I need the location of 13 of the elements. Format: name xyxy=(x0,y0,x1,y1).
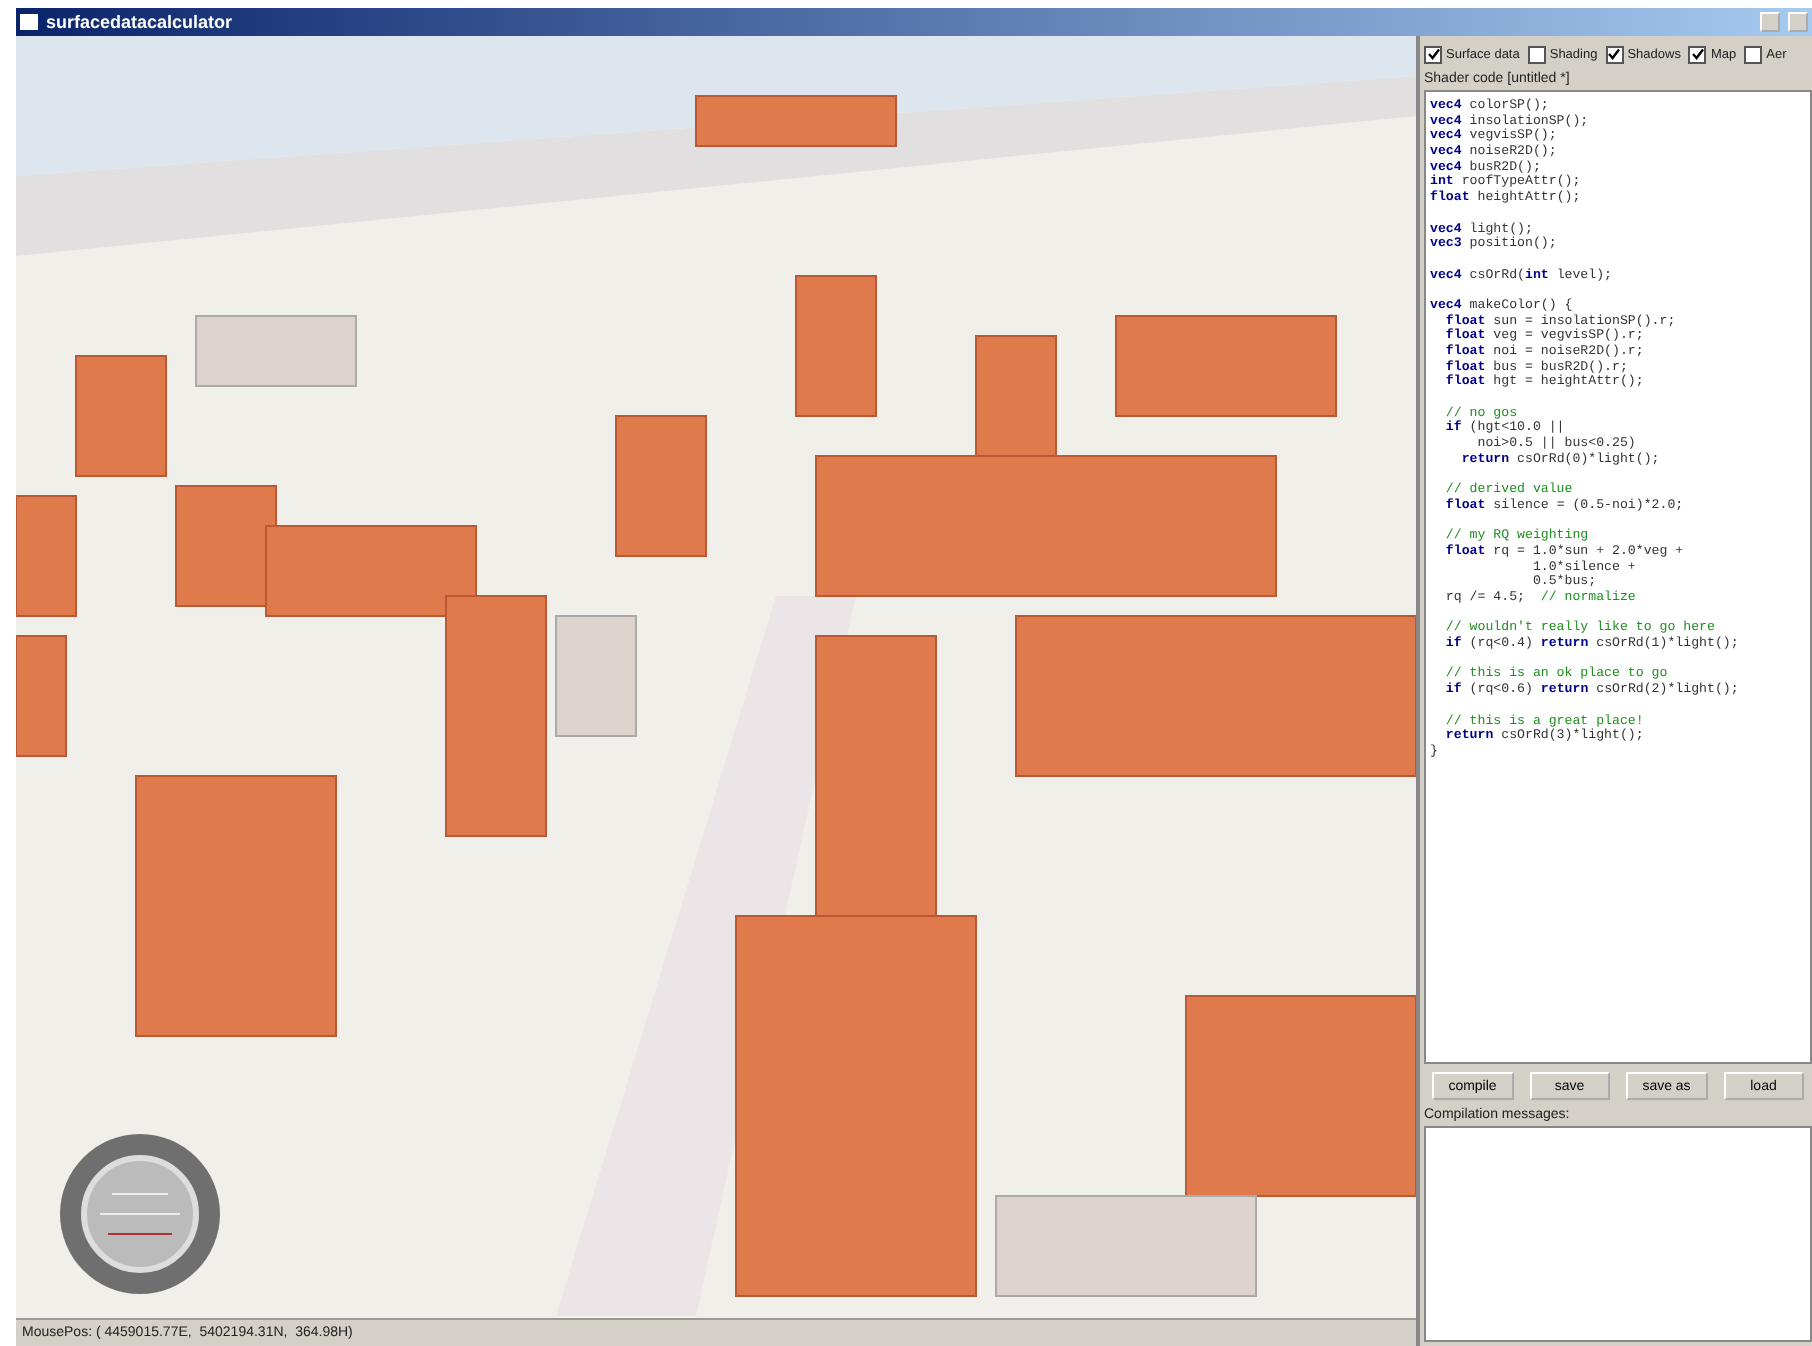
checkbox[interactable] xyxy=(1688,45,1707,63)
window-title: surfacedatacalculator xyxy=(46,12,235,32)
checkmark-icon xyxy=(1691,48,1704,60)
checkbox[interactable] xyxy=(1424,45,1442,63)
checkbox[interactable] xyxy=(1605,45,1624,63)
checkbox[interactable] xyxy=(1527,45,1546,63)
app-icon xyxy=(20,14,38,30)
checkmark-icon xyxy=(1608,48,1621,60)
compass-icon[interactable] xyxy=(56,1130,224,1298)
code-editor[interactable] xyxy=(1424,90,1812,1064)
messages-area[interactable] xyxy=(1424,1126,1812,1342)
checkmark-icon xyxy=(1427,48,1439,60)
checkbox[interactable] xyxy=(1744,45,1763,63)
